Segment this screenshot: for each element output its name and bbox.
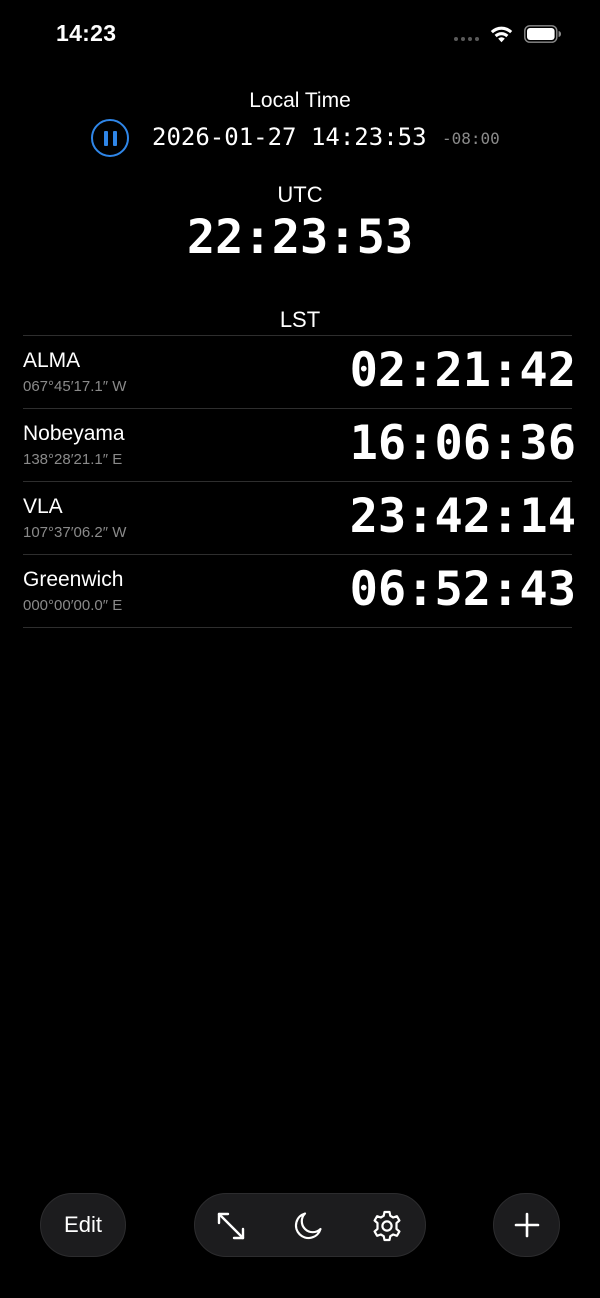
- lst-site-list: ALMA 067°45′17.1″ W 02:21:42 Nobeyama 13…: [23, 335, 576, 628]
- local-time-row: 2026-01-27 14:23:53 -08:00: [0, 118, 600, 158]
- lst-site-row[interactable]: VLA 107°37′06.2″ W 23:42:14: [23, 482, 576, 555]
- site-longitude: 067°45′17.1″ W: [23, 378, 127, 395]
- timezone-offset: -08:00: [442, 129, 500, 148]
- add-site-button[interactable]: [493, 1193, 560, 1257]
- lst-site-row[interactable]: Greenwich 000°00′00.0″ E 06:52:43: [23, 555, 576, 628]
- lst-site-row[interactable]: Nobeyama 138°28′21.1″ E 16:06:36: [23, 409, 576, 482]
- site-lst-time: 23:42:14: [349, 489, 576, 544]
- site-longitude: 138°28′21.1″ E: [23, 451, 123, 468]
- lst-site-row[interactable]: ALMA 067°45′17.1″ W 02:21:42: [23, 336, 576, 409]
- site-longitude: 107°37′06.2″ W: [23, 524, 127, 541]
- night-mode-button[interactable]: [291, 1209, 325, 1243]
- site-lst-time: 06:52:43: [349, 562, 576, 617]
- local-datetime: 2026-01-27 14:23:53: [152, 123, 427, 151]
- toolbar-group: [194, 1193, 426, 1257]
- site-name: Greenwich: [23, 568, 124, 591]
- lst-label: LST: [279, 307, 321, 332]
- site-lst-time: 02:21:42: [349, 343, 576, 398]
- signal-dots-icon: [454, 37, 479, 41]
- gear-icon: [373, 1210, 401, 1242]
- fullscreen-button[interactable]: [214, 1209, 248, 1243]
- local-time-label: Local Time: [249, 89, 351, 112]
- site-name: VLA: [23, 495, 63, 518]
- status-time: 14:23: [56, 20, 117, 46]
- moon-icon: [294, 1212, 322, 1240]
- status-bar: 14:23: [0, 0, 600, 70]
- site-name: Nobeyama: [23, 422, 125, 445]
- site-lst-time: 16:06:36: [349, 416, 576, 471]
- pause-button[interactable]: [91, 119, 129, 157]
- site-name: ALMA: [23, 349, 81, 372]
- edit-button[interactable]: Edit: [40, 1193, 126, 1257]
- wifi-icon: [490, 26, 513, 43]
- pause-icon: [103, 130, 117, 146]
- plus-icon: [514, 1212, 539, 1238]
- expand-icon: [217, 1212, 245, 1240]
- utc-label: UTC: [277, 182, 323, 207]
- battery-icon: [524, 25, 561, 43]
- utc-time: 22:23:53: [186, 210, 414, 265]
- settings-button[interactable]: [370, 1209, 404, 1243]
- site-longitude: 000°00′00.0″ E: [23, 597, 123, 614]
